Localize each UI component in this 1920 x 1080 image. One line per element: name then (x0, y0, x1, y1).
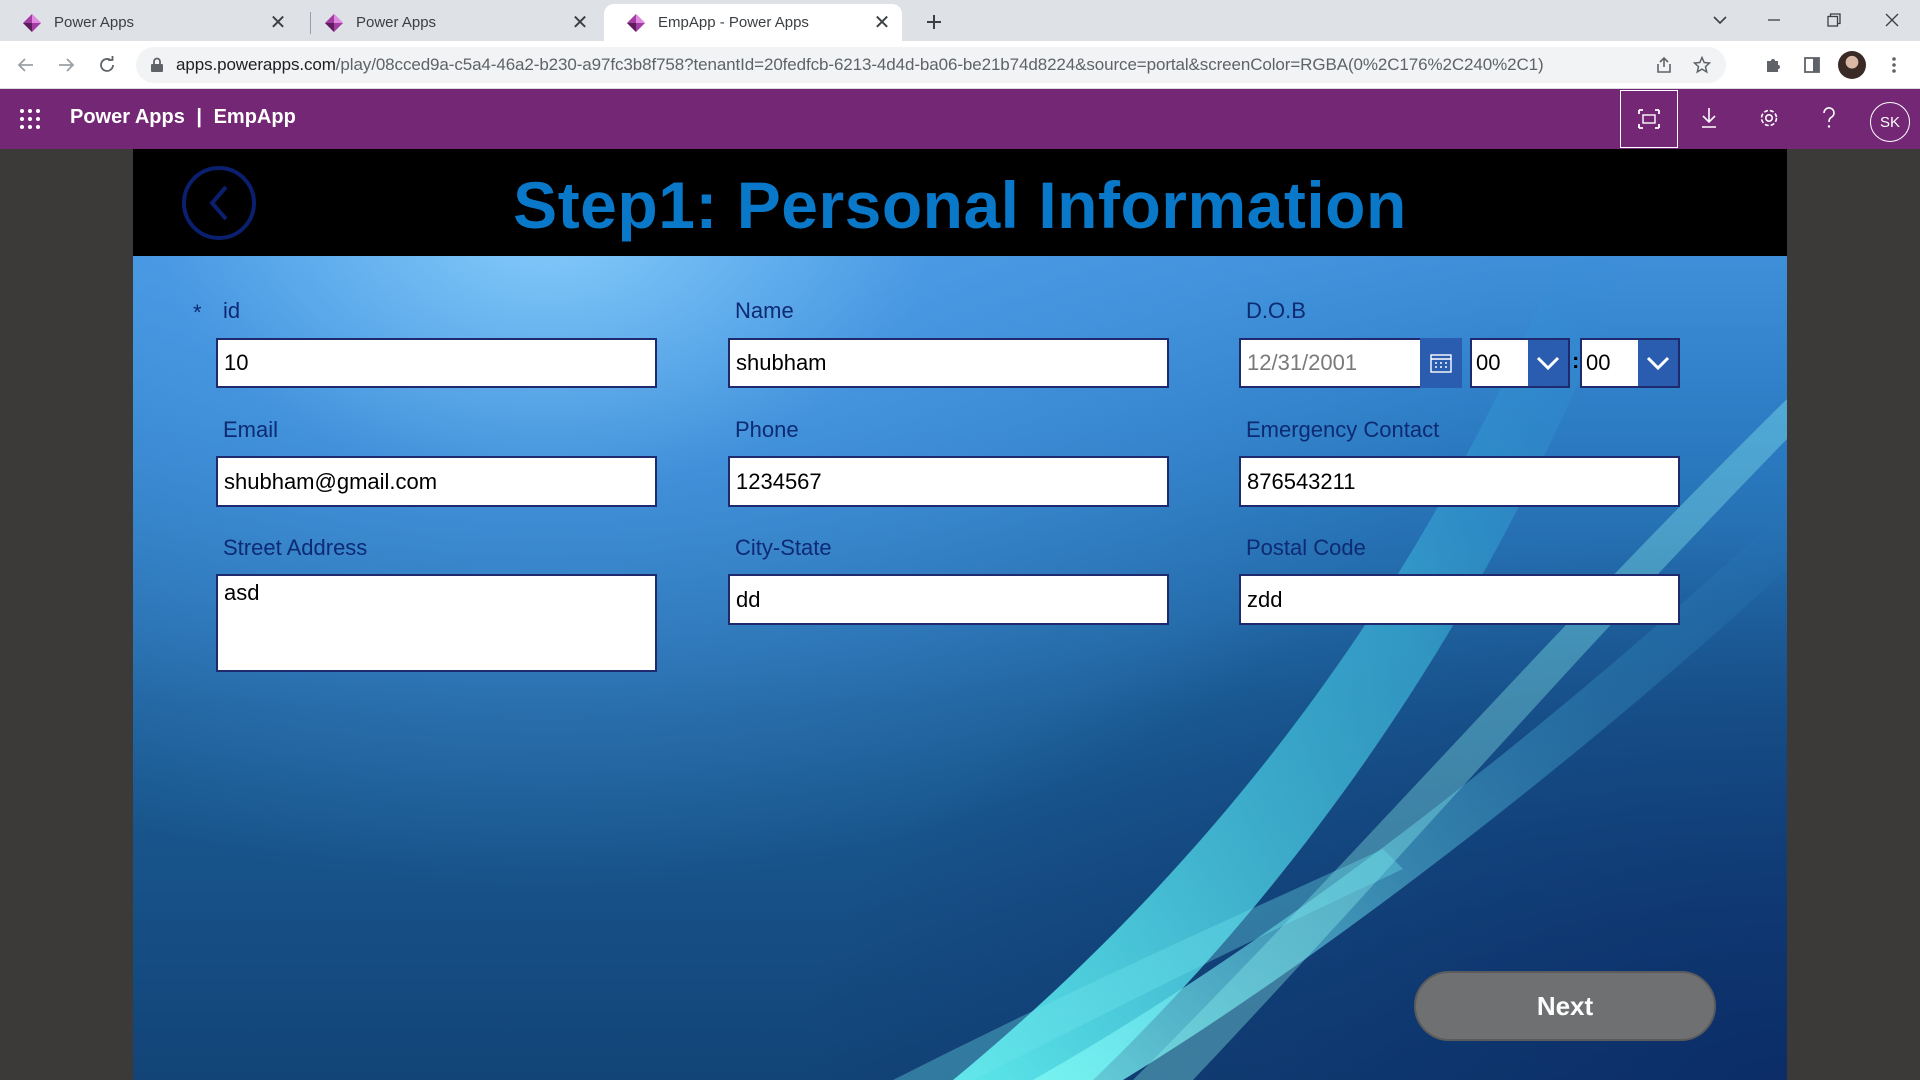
name-input[interactable]: shubham (728, 338, 1169, 388)
email-label: Email (223, 417, 279, 442)
close-tab-icon[interactable]: ✕ (870, 11, 894, 35)
dob-minute-dropdown[interactable]: 00 (1580, 338, 1680, 388)
plus-icon (927, 15, 941, 29)
postal-code-label: Postal Code (1246, 535, 1366, 560)
url-path: /play/08cced9a-c5a4-46a2-b230-a97fc3b8f7… (335, 55, 1544, 74)
close-window-button[interactable] (1872, 2, 1912, 38)
title-separator: | (196, 106, 203, 128)
app-name: EmpApp (213, 106, 296, 128)
share-button[interactable] (1650, 51, 1678, 79)
city-state-input[interactable]: dd (728, 574, 1169, 625)
next-button[interactable]: Next (1414, 971, 1716, 1041)
time-colon: : (1572, 348, 1580, 373)
page-title: Step1: Personal Information (513, 168, 1407, 242)
power-apps-header: Power Apps | EmpApp SK (0, 89, 1920, 149)
help-button[interactable] (1800, 89, 1858, 147)
product-name: Power Apps (70, 106, 185, 128)
app-stage: Step1: Personal Information * id 10 Name… (0, 149, 1920, 1080)
street-address-label: Street Address (223, 535, 368, 560)
restore-button[interactable] (1814, 2, 1854, 38)
minimize-icon (1768, 19, 1780, 21)
city-state-label: City-State (735, 535, 832, 560)
hour-value: 00 (1476, 350, 1501, 375)
extensions-button[interactable] (1759, 51, 1787, 79)
required-asterisk: * (193, 300, 202, 325)
dob-date-picker[interactable]: 12/31/2001 (1239, 338, 1422, 388)
close-tab-icon[interactable]: ✕ (266, 11, 290, 35)
reload-icon (100, 56, 114, 72)
chevron-down-icon (1713, 16, 1727, 25)
question-mark-icon (1823, 107, 1835, 128)
phone-label: Phone (735, 417, 799, 442)
download-icon (1702, 108, 1716, 128)
arrow-left-icon (17, 58, 33, 72)
id-input[interactable]: 10 (216, 338, 657, 388)
power-apps-logo-icon (627, 13, 645, 32)
url-host: apps.powerapps.com (176, 55, 336, 74)
name-label: Name (735, 298, 794, 323)
tab-title: Power Apps (356, 14, 437, 31)
close-icon (1885, 13, 1899, 27)
puzzle-icon (1767, 59, 1780, 72)
new-tab-button[interactable] (918, 8, 950, 36)
street-address-input[interactable]: asd (216, 574, 657, 672)
browser-menu-button[interactable] (1880, 51, 1908, 79)
app-screen: Step1: Personal Information * id 10 Name… (133, 149, 1787, 1080)
browser-tab-1[interactable]: Power Apps ✕ (0, 4, 298, 41)
dob-label: D.O.B (1246, 298, 1306, 323)
tab-search-button[interactable] (1700, 2, 1740, 38)
chevron-down-icon (1528, 340, 1568, 386)
app-launcher-waffle-icon[interactable] (18, 107, 42, 131)
app-title: Power Apps | EmpApp (70, 106, 296, 129)
dob-hour-dropdown[interactable]: 00 (1470, 338, 1570, 388)
url-text: apps.powerapps.com/play/08cced9a-c5a4-46… (176, 55, 1650, 75)
calendar-button[interactable] (1420, 338, 1462, 388)
gear-icon (1760, 109, 1778, 127)
browser-toolbar: apps.powerapps.com/play/08cced9a-c5a4-46… (0, 41, 1920, 89)
fit-to-window-button[interactable] (1620, 90, 1678, 148)
back-nav-button[interactable] (10, 49, 42, 81)
browser-tab-2[interactable]: Power Apps ✕ (302, 4, 600, 41)
tab-title: Power Apps (54, 14, 135, 31)
power-apps-logo-icon (325, 13, 343, 32)
browser-tab-3-active[interactable]: EmpApp - Power Apps ✕ (604, 4, 902, 41)
address-bar[interactable]: apps.powerapps.com/play/08cced9a-c5a4-46… (136, 47, 1726, 83)
arrow-right-icon (59, 58, 75, 72)
chevron-down-icon (1638, 340, 1678, 386)
email-input[interactable]: shubham@gmail.com (216, 456, 657, 507)
browser-tab-strip: Power Apps ✕ Power Apps ✕ EmpApp - Power… (0, 0, 1920, 41)
profile-avatar[interactable] (1838, 51, 1866, 79)
emergency-contact-label: Emergency Contact (1246, 417, 1440, 442)
minute-value: 00 (1586, 350, 1611, 375)
side-panel-button[interactable] (1798, 51, 1826, 79)
calendar-icon (1430, 354, 1452, 373)
side-panel-icon (1804, 57, 1820, 73)
emergency-contact-input[interactable]: 876543211 (1239, 456, 1680, 507)
phone-input[interactable]: 1234567 (728, 456, 1169, 507)
postal-code-input[interactable]: zdd (1239, 574, 1680, 625)
tab-title: EmpApp - Power Apps (658, 14, 809, 31)
screen-title-bar: Step1: Personal Information (133, 149, 1787, 256)
forward-nav-button[interactable] (50, 49, 82, 81)
fit-screen-icon (1638, 109, 1660, 129)
settings-button[interactable] (1740, 89, 1798, 147)
share-icon (1657, 56, 1671, 73)
star-icon (1693, 56, 1711, 74)
lock-icon (151, 57, 163, 72)
minimize-button[interactable] (1754, 2, 1794, 38)
power-apps-logo-icon (23, 13, 41, 32)
user-avatar[interactable]: SK (1870, 102, 1910, 142)
reload-button[interactable] (91, 49, 123, 81)
id-label: id (223, 298, 241, 323)
download-button[interactable] (1680, 89, 1738, 147)
restore-icon (1827, 13, 1841, 27)
more-vertical-icon (1892, 57, 1896, 73)
close-tab-icon[interactable]: ✕ (568, 11, 592, 35)
bookmark-star-button[interactable] (1688, 51, 1716, 79)
